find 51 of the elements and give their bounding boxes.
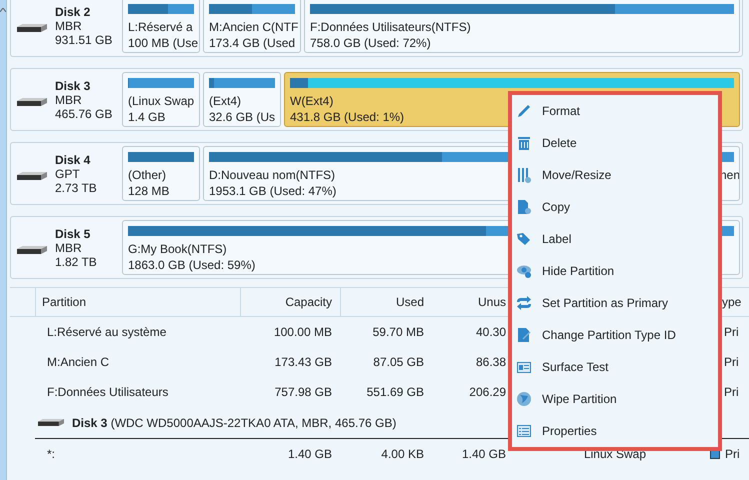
partition-usage: 1.4 GB [128,109,166,125]
table-cell: 757.98 GB [274,385,332,399]
disk-name: Disk 5 [55,226,92,240]
table-cell: 206.29 [469,385,506,399]
partition-usage: 128 MB [128,183,170,199]
partition-scheme: MBR [55,92,83,106]
disk-heading: Disk 3 (WDC WD5000AAJS-22TKA0 ATA, MBR, 465.76 GB) [72,416,396,430]
table-cell: F:Données Utilisateurs [47,385,168,399]
disk-size: 931.51 GB [55,32,114,46]
table-cell: 59.70 MB [372,325,424,339]
table-cell: *: [47,447,56,461]
disk-name: Disk 4 [55,152,92,166]
partition-name: W(Ext4) [290,93,334,109]
table-cell: M:Ancien C [47,355,110,369]
table-cell: 100.00 MB [274,325,332,339]
partition-usage: 758.0 GB (Used: 72%) [310,35,431,51]
table-cell: Pri [724,325,739,339]
disk-size: 1.82 TB [55,254,98,268]
partition-name: (Other) [128,167,166,183]
partition-usage: 100 MB (Use [128,35,198,51]
table-cell: L:Réservé au système [47,325,166,339]
table-cell: 40.30 [476,325,506,339]
table-cell: 4.00 KB [381,447,424,461]
partition-name: F:Données Utilisateurs(NTFS) [310,19,471,35]
table-cell: Pri [724,355,739,369]
partition-usage: 173.4 GB (Used [209,35,296,51]
table-cell: 87.05 GB [373,355,424,369]
partition-usage: 431.8 GB (Used: 1%) [290,109,404,125]
partition-name: (Linux Swap [128,93,194,109]
table-cell: 86.38 [476,355,506,369]
partition-usage: 1953.1 GB (Used: 47%) [209,183,336,199]
partition-name: G:My Book(NTFS) [128,241,227,257]
partition-name: D:Nouveau nom(NTFS) [209,167,336,183]
disk-name: Disk 2 [55,4,92,18]
partition-usage: 1863.0 GB (Used: 59%) [128,257,256,273]
partition-usage: 32.6 GB (Us [209,109,276,125]
partition-scheme: MBR [55,18,83,32]
table-cell: 1.40 GB [288,447,332,461]
disk-size: 2.73 TB [55,180,98,194]
disk-size: 465.76 GB [55,106,114,120]
table-cell: 551.69 GB [366,385,424,399]
table-cell: 173.43 GB [274,355,332,369]
partition-name: (Ext4) [209,93,242,109]
disk-name: Disk 3 [55,78,92,92]
partition-name: M:Ancien C(NTF [209,19,298,35]
table-cell: 1.40 GB [462,447,506,461]
table-cell: Pri [724,385,739,399]
partition-name: L:Réservé a [128,19,193,35]
partition-scheme: GPT [55,166,81,180]
partition-scheme: MBR [55,240,83,254]
table-cell: Pri [725,447,740,461]
